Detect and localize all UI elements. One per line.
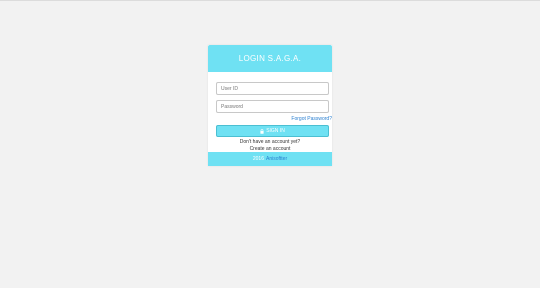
- user-id-input[interactable]: [216, 82, 329, 95]
- footer-brand-link[interactable]: Anisoftter: [266, 156, 287, 162]
- footer-year: 2016: [252, 156, 264, 162]
- login-title: LOGIN S.A.G.A.: [238, 54, 302, 63]
- login-header: LOGIN S.A.G.A.: [208, 45, 332, 72]
- no-account-text: Don't have an account yet?: [239, 139, 301, 145]
- login-footer: 2016 Anisoftter: [208, 152, 332, 166]
- forgot-password-link[interactable]: Forgot Password?: [291, 116, 332, 122]
- sign-in-label: SIGN IN: [266, 128, 285, 134]
- login-card: LOGIN S.A.G.A. Forgot Password? SIGN IN …: [208, 45, 332, 166]
- lock-icon: [260, 128, 264, 134]
- password-input[interactable]: [216, 100, 329, 113]
- top-border: [0, 0, 540, 1]
- sign-in-button[interactable]: SIGN IN: [216, 125, 329, 137]
